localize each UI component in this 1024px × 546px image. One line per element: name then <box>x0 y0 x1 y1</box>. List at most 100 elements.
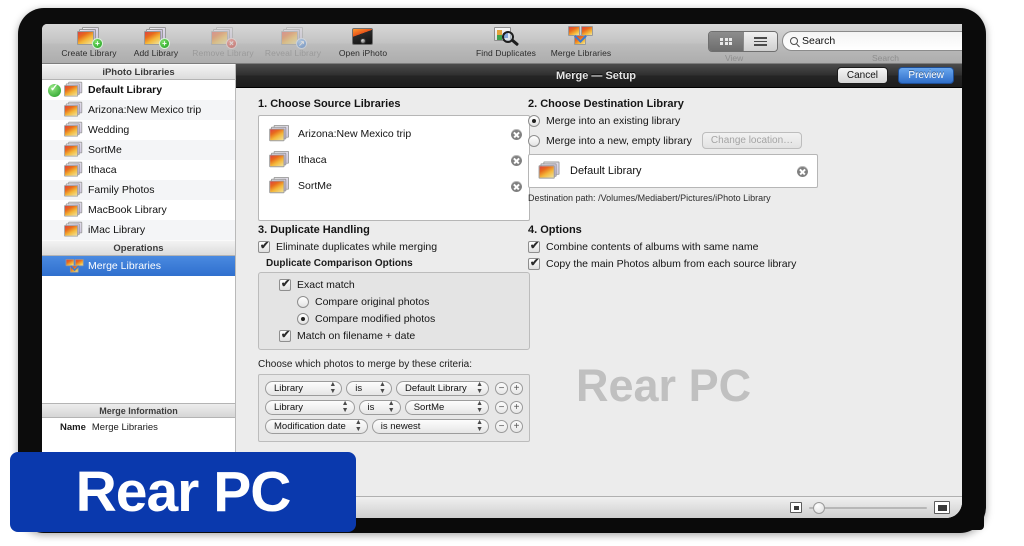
merge-information-name-row: Name Merge Libraries <box>42 418 235 433</box>
radio-merge-existing-row[interactable]: Merge into an existing library <box>528 115 818 127</box>
option-copy-photos-album-checkbox[interactable] <box>528 256 540 270</box>
exact-match-checkbox[interactable] <box>279 277 291 291</box>
option-combine-albums-row[interactable]: Combine contents of albums with same nam… <box>528 239 818 253</box>
radio-merge-existing-icon[interactable] <box>528 115 540 127</box>
photo-stack-icon <box>62 140 88 160</box>
option-copy-photos-album-label: Copy the main Photos album from each sou… <box>546 258 797 270</box>
checkmark-placeholder <box>48 224 61 237</box>
radio-merge-new-row[interactable]: Merge into a new, empty library Change l… <box>528 132 818 149</box>
sidebar-item-imac-library[interactable]: iMac Library <box>42 220 235 240</box>
sidebar-item-default-library[interactable]: Default Library <box>42 80 235 100</box>
sidebar: iPhoto Libraries Default Library Arizona… <box>42 64 236 518</box>
chevron-updown-icon: ▲ ▼ <box>476 400 483 414</box>
photo-stack-remove-icon: × <box>184 25 262 49</box>
cancel-button[interactable]: Cancel <box>836 67 888 84</box>
section2-title: 2. Choose Destination Library <box>528 98 684 110</box>
remove-criteria-button[interactable]: − <box>495 381 508 395</box>
criteria-value-popup[interactable]: Default Library ▲ ▼ <box>395 380 489 396</box>
sidebar-label-macbook-library: MacBook Library <box>88 204 167 216</box>
radio-merge-new-icon[interactable] <box>528 134 540 147</box>
add-criteria-button[interactable]: + <box>510 419 523 433</box>
checkmark-placeholder <box>48 184 61 197</box>
toolbar-label-remove-library: Remove Library <box>192 48 254 58</box>
zoom-slider[interactable] <box>809 501 927 514</box>
compare-original-radio[interactable] <box>297 296 309 308</box>
view-mode-list-button[interactable] <box>743 32 777 51</box>
duplicate-comparison-options-header: Duplicate Comparison Options <box>266 258 413 269</box>
sidebar-item-arizona-new-mexico-trip[interactable]: Arizona:New Mexico trip <box>42 100 235 120</box>
destination-library-box[interactable]: Default Library <box>528 154 818 188</box>
sidebar-label-arizona-new-mexico-trip: Arizona:New Mexico trip <box>88 104 202 116</box>
view-mode-segmented-control[interactable] <box>708 31 778 52</box>
criteria-field-value: Modification date <box>274 420 346 432</box>
sidebar-item-family-photos[interactable]: Family Photos <box>42 180 235 200</box>
compare-original-row[interactable]: Compare original photos <box>297 296 521 308</box>
add-criteria-button[interactable]: + <box>510 381 523 395</box>
toolbar-label-reveal-library: Reveal Library <box>264 48 322 58</box>
option-copy-photos-album-row[interactable]: Copy the main Photos album from each sou… <box>528 256 818 270</box>
compare-modified-label: Compare modified photos <box>315 313 436 325</box>
small-thumbnail-icon[interactable] <box>790 502 802 513</box>
option-combine-albums-checkbox[interactable] <box>528 239 540 253</box>
criteria-instructions: Choose which photos to merge by these cr… <box>258 359 472 370</box>
criteria-field-popup[interactable]: Library ▲ ▼ <box>265 399 355 415</box>
exact-match-row[interactable]: Exact match <box>279 277 521 291</box>
view-mode-grid-button[interactable] <box>709 32 743 51</box>
toolbar-button-merge-libraries[interactable]: Merge Libraries <box>542 25 620 58</box>
remove-criteria-button[interactable]: − <box>495 419 508 433</box>
sidebar-item-sortme[interactable]: SortMe <box>42 140 235 160</box>
remove-source-icon[interactable] <box>511 180 522 192</box>
toolbar-button-find-duplicates[interactable]: Find Duplicates <box>467 25 545 58</box>
camera-icon <box>324 25 402 47</box>
large-thumbnail-icon[interactable] <box>934 501 950 514</box>
source-library-row[interactable]: SortMe <box>259 173 529 199</box>
criteria-operator-popup[interactable]: is newest ▲ ▼ <box>371 418 489 434</box>
compare-modified-radio[interactable] <box>297 313 309 325</box>
source-library-row[interactable]: Ithaca <box>259 147 529 173</box>
radio-merge-existing-label: Merge into an existing library <box>546 115 681 127</box>
change-location-button: Change location… <box>701 132 803 149</box>
sidebar-item-ithaca[interactable]: Ithaca <box>42 160 235 180</box>
photo-stack-icon <box>268 150 298 170</box>
remove-criteria-button[interactable]: − <box>495 400 508 414</box>
photo-stack-icon <box>62 160 88 180</box>
remove-destination-icon[interactable] <box>797 165 808 177</box>
chevron-updown-icon: ▲ ▼ <box>329 381 337 395</box>
criteria-operator-value: is <box>355 382 363 394</box>
criteria-operator-value: is newest <box>380 420 421 432</box>
remove-source-icon[interactable] <box>511 128 522 140</box>
search-field[interactable] <box>782 31 962 51</box>
sidebar-item-macbook-library[interactable]: MacBook Library <box>42 200 235 220</box>
match-filename-row[interactable]: Match on filename + date <box>279 328 521 342</box>
criteria-field-value: Library <box>274 382 304 394</box>
photo-stack-icon <box>538 161 570 181</box>
photo-stack-icon <box>62 80 88 100</box>
search-input[interactable] <box>802 35 962 47</box>
toolbar-label-merge-libraries: Merge Libraries <box>550 48 612 58</box>
sidebar-label-merge-libraries: Merge Libraries <box>88 260 161 272</box>
match-filename-checkbox[interactable] <box>279 328 291 342</box>
criteria-operator-popup[interactable]: is ▲ ▼ <box>358 399 401 415</box>
section1-title: 1. Choose Source Libraries <box>258 98 401 110</box>
checkmark-placeholder <box>48 124 61 137</box>
sidebar-item-merge-libraries[interactable]: Merge Libraries <box>42 256 235 276</box>
criteria-field-popup[interactable]: Library ▲ ▼ <box>265 380 343 396</box>
toolbar-button-open-iphoto[interactable]: Open iPhoto <box>324 25 402 58</box>
criteria-value-popup[interactable]: SortMe ▲ ▼ <box>404 399 489 415</box>
eliminate-duplicates-checkbox[interactable] <box>258 239 270 253</box>
criteria-field-popup[interactable]: Modification date ▲ ▼ <box>265 418 368 434</box>
sidebar-item-wedding[interactable]: Wedding <box>42 120 235 140</box>
criteria-operator-popup[interactable]: is ▲ ▼ <box>346 380 392 396</box>
eliminate-duplicates-label: Eliminate duplicates while merging <box>276 241 438 253</box>
zoom-slider-knob[interactable] <box>813 501 825 514</box>
preview-button[interactable]: Preview <box>898 67 954 84</box>
section-choose-destination-library: 2. Choose Destination Library Merge into… <box>528 98 818 204</box>
section-duplicate-handling: 3. Duplicate Handling Eliminate duplicat… <box>258 224 530 442</box>
zoom-control[interactable] <box>790 501 950 514</box>
eliminate-duplicates-row[interactable]: Eliminate duplicates while merging <box>258 239 530 253</box>
remove-source-icon[interactable] <box>511 154 522 166</box>
source-library-row[interactable]: Arizona:New Mexico trip <box>259 121 529 147</box>
chevron-updown-icon: ▲ ▼ <box>379 381 386 395</box>
compare-modified-row[interactable]: Compare modified photos <box>297 313 521 325</box>
add-criteria-button[interactable]: + <box>510 400 523 414</box>
